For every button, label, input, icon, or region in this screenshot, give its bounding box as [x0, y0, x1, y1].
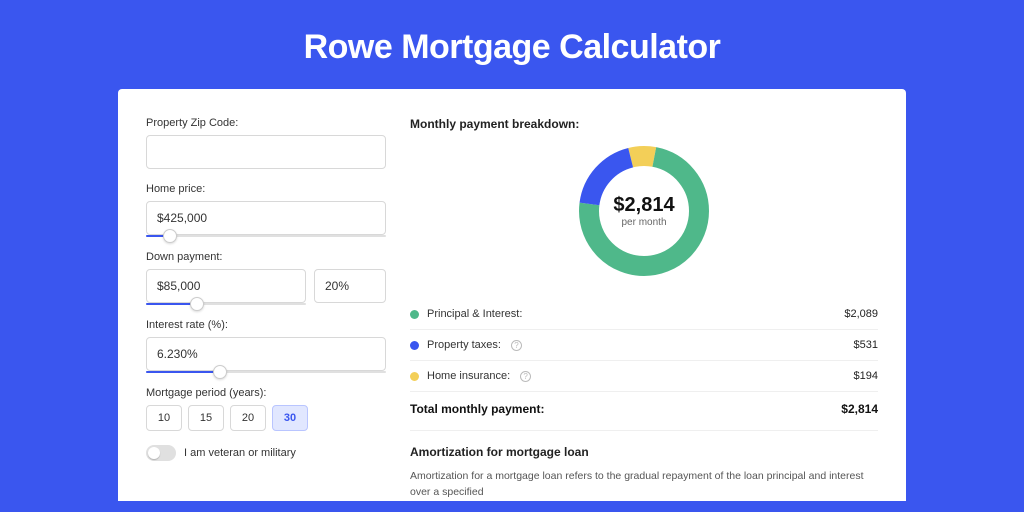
- veteran-toggle-row: I am veteran or military: [146, 445, 386, 461]
- toggle-knob: [148, 447, 160, 459]
- total-value: $2,814: [841, 402, 878, 416]
- donut-chart-wrap: $2,814 per month: [410, 141, 878, 281]
- legend-dot: [410, 341, 419, 350]
- rate-slider[interactable]: [146, 371, 386, 373]
- period-option-30[interactable]: 30: [272, 405, 308, 431]
- breakdown-column: Monthly payment breakdown: $2,814 per mo…: [410, 117, 878, 501]
- slider-thumb[interactable]: [213, 365, 227, 379]
- period-label: Mortgage period (years):: [146, 387, 386, 399]
- calculator-card: Property Zip Code: Home price: Down paym…: [118, 89, 906, 501]
- amortization-text: Amortization for a mortgage loan refers …: [410, 469, 878, 501]
- rate-label: Interest rate (%):: [146, 319, 386, 331]
- home-price-group: Home price:: [146, 183, 386, 237]
- legend-row-principal: Principal & Interest: $2,089: [410, 299, 878, 330]
- donut-sub: per month: [621, 217, 666, 228]
- legend-value: $2,089: [844, 308, 878, 320]
- down-payment-group: Down payment:: [146, 251, 386, 305]
- info-icon[interactable]: ?: [520, 371, 531, 382]
- donut-center: $2,814 per month: [574, 141, 714, 281]
- slider-thumb[interactable]: [163, 229, 177, 243]
- period-group: Mortgage period (years): 10152030: [146, 387, 386, 431]
- period-options: 10152030: [146, 405, 386, 431]
- donut-amount: $2,814: [613, 194, 674, 217]
- legend-row-taxes: Property taxes:? $531: [410, 330, 878, 361]
- total-row: Total monthly payment: $2,814: [410, 392, 878, 430]
- legend-value: $531: [854, 339, 878, 351]
- rate-group: Interest rate (%):: [146, 319, 386, 373]
- home-price-input[interactable]: [146, 201, 386, 235]
- home-price-label: Home price:: [146, 183, 386, 195]
- veteran-label: I am veteran or military: [184, 447, 296, 459]
- total-label: Total monthly payment:: [410, 402, 544, 416]
- veteran-toggle[interactable]: [146, 445, 176, 461]
- home-price-slider[interactable]: [146, 235, 386, 237]
- donut-chart: $2,814 per month: [574, 141, 714, 281]
- legend-list: Principal & Interest: $2,089 Property taxe…: [410, 299, 878, 392]
- down-payment-label: Down payment:: [146, 251, 386, 263]
- slider-thumb[interactable]: [190, 297, 204, 311]
- info-icon[interactable]: ?: [511, 340, 522, 351]
- amortization-title: Amortization for mortgage loan: [410, 445, 878, 459]
- down-payment-slider[interactable]: [146, 303, 306, 305]
- period-option-15[interactable]: 15: [188, 405, 224, 431]
- rate-input[interactable]: [146, 337, 386, 371]
- down-payment-pct-input[interactable]: [314, 269, 386, 303]
- zip-label: Property Zip Code:: [146, 117, 386, 129]
- legend-dot: [410, 310, 419, 319]
- down-payment-input[interactable]: [146, 269, 306, 303]
- legend-dot: [410, 372, 419, 381]
- zip-input[interactable]: [146, 135, 386, 169]
- breakdown-heading: Monthly payment breakdown:: [410, 117, 878, 131]
- legend-value: $194: [854, 370, 878, 382]
- legend-label: Home insurance:: [427, 370, 510, 382]
- page-title: Rowe Mortgage Calculator: [0, 0, 1024, 89]
- form-column: Property Zip Code: Home price: Down paym…: [146, 117, 386, 501]
- period-option-20[interactable]: 20: [230, 405, 266, 431]
- legend-row-insurance: Home insurance:? $194: [410, 361, 878, 392]
- amortization-section: Amortization for mortgage loan Amortizat…: [410, 430, 878, 501]
- legend-label: Principal & Interest:: [427, 308, 522, 320]
- legend-label: Property taxes:: [427, 339, 501, 351]
- zip-field-group: Property Zip Code:: [146, 117, 386, 169]
- period-option-10[interactable]: 10: [146, 405, 182, 431]
